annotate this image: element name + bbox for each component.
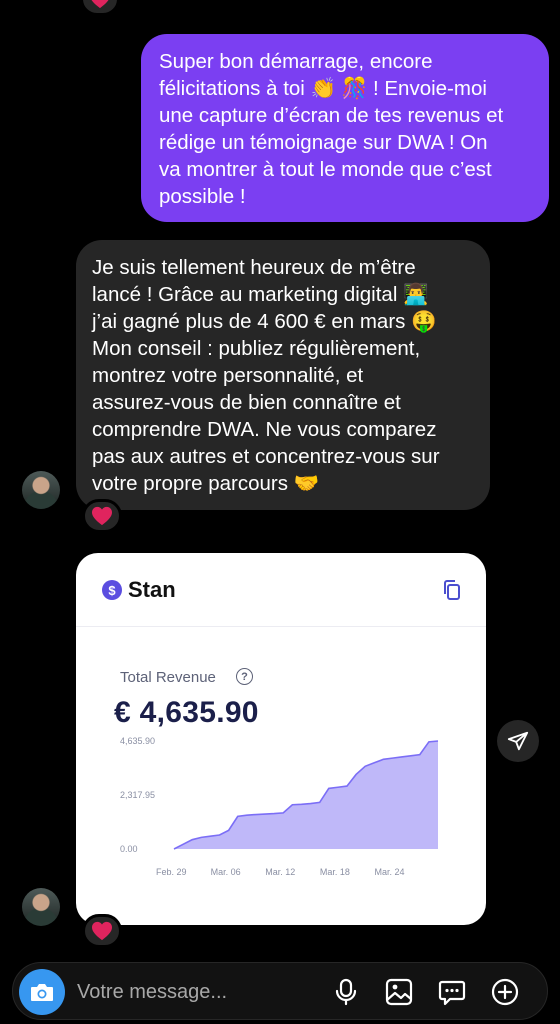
x-tick-label: Feb. 29 (156, 867, 187, 877)
reaction-heart-card[interactable] (82, 914, 122, 948)
message-line: j’ai gagné plus de 4 600 € en mars 🤑 (92, 310, 437, 333)
x-tick-label: Mar. 12 (265, 867, 295, 877)
chat-bubble-icon[interactable] (437, 977, 467, 1007)
message-line: Super bon démarrage, encore (159, 50, 433, 73)
plus-circle-icon[interactable] (490, 977, 520, 1007)
message-composer (12, 962, 548, 1020)
revenue-chart: 4,635.90 2,317.95 0.00 Feb. 29 Mar. 06 Mar. 1… (120, 736, 439, 877)
message-line: Mon conseil : publiez régulièrement, (92, 337, 421, 360)
microphone-icon[interactable] (331, 977, 361, 1007)
message-line: lancé ! Grâce au marketing digital 👨‍💻 (92, 283, 429, 306)
message-line: votre propre parcours 🤝 (92, 472, 320, 495)
message-line: pas aux autres et concentrez-vous sur (92, 445, 440, 468)
message-input[interactable] (77, 979, 327, 1005)
message-line: assurez-vous de bien connaître et (92, 391, 401, 414)
revenue-value: € 4,635.90 (114, 696, 259, 729)
camera-icon (31, 984, 53, 1001)
x-tick-label: Mar. 06 (211, 867, 241, 877)
x-tick-label: Mar. 18 (320, 867, 350, 877)
message-line: possible ! (159, 185, 246, 208)
message-line: rédige un témoignage sur DWA ! On (159, 131, 488, 154)
help-icon: ? (236, 668, 253, 685)
sender-avatar[interactable] (22, 471, 60, 509)
sender-avatar[interactable] (22, 888, 60, 926)
copy-icon (444, 580, 460, 600)
message-line: une capture d’écran de tes revenus et (159, 104, 504, 127)
revenue-screenshot-card[interactable]: $ Stan Total Revenue ? € 4,635.90 4,635.… (76, 553, 486, 925)
paper-plane-icon (507, 731, 529, 751)
stan-logo-icon: $ (102, 580, 122, 600)
outgoing-message-bubble[interactable]: Super bon démarrage, encore félicitation… (141, 34, 549, 222)
brand-name: Stan (128, 577, 176, 602)
image-icon[interactable] (384, 977, 414, 1007)
y-tick-label: 2,317.95 (120, 790, 155, 800)
heart-icon (92, 921, 112, 941)
message-line: comprendre DWA. Ne vous comparez (92, 418, 437, 441)
card-header: $ Stan (76, 553, 486, 627)
message-line: va montrer à tout le monde que c’est (159, 158, 492, 181)
message-line: félicitations à toi 👏 🎊 ! Envoie-moi (159, 77, 487, 100)
share-button[interactable] (497, 720, 539, 762)
revenue-label: Total Revenue (120, 669, 216, 686)
heart-icon (92, 506, 112, 526)
camera-button[interactable] (19, 969, 65, 1015)
heart-icon (91, 0, 109, 9)
y-tick-label: 0.00 (120, 844, 138, 854)
y-tick-label: 4,635.90 (120, 736, 155, 746)
reaction-heart-top[interactable] (80, 0, 120, 16)
message-line: montrez votre personnalité, et (92, 364, 364, 387)
reaction-heart-incoming[interactable] (82, 499, 122, 533)
x-tick-label: Mar. 24 (374, 867, 404, 877)
incoming-message-bubble[interactable]: Je suis tellement heureux de m’être lanc… (76, 240, 490, 510)
message-line: Je suis tellement heureux de m’être (92, 256, 416, 279)
